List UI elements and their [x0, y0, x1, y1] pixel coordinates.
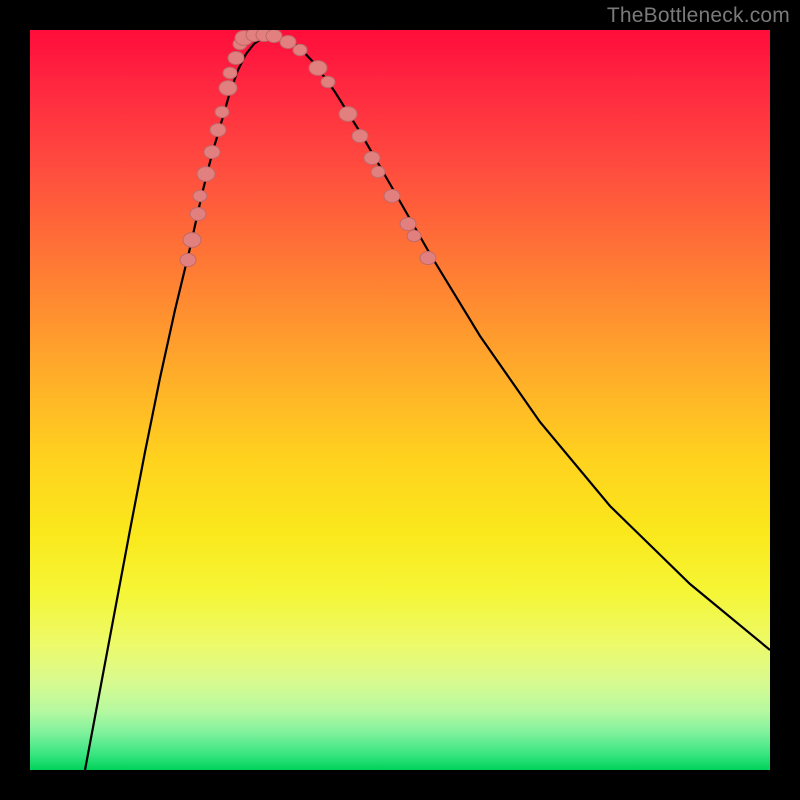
data-marker	[190, 207, 206, 220]
data-marker	[183, 233, 201, 248]
data-marker	[204, 145, 220, 158]
data-marker	[407, 230, 421, 241]
data-marker	[193, 190, 207, 201]
data-marker	[293, 44, 307, 55]
data-marker	[364, 151, 380, 164]
data-marker	[339, 107, 357, 122]
marker-group	[180, 30, 436, 267]
data-marker	[223, 67, 237, 78]
data-marker	[280, 35, 296, 48]
plot-area	[30, 30, 770, 770]
chart-frame: TheBottleneck.com	[0, 0, 800, 800]
data-marker	[384, 189, 400, 202]
data-marker	[266, 30, 282, 43]
data-marker	[420, 251, 436, 264]
data-marker	[371, 166, 385, 177]
data-marker	[210, 123, 226, 136]
curve-svg	[30, 30, 770, 770]
data-marker	[180, 253, 196, 266]
data-marker	[309, 61, 327, 76]
data-marker	[228, 51, 244, 64]
watermark-label: TheBottleneck.com	[607, 4, 790, 28]
data-marker	[400, 217, 416, 230]
data-marker	[197, 167, 215, 182]
data-marker	[219, 81, 237, 96]
data-marker	[352, 129, 368, 142]
data-marker	[215, 106, 229, 117]
data-marker	[321, 76, 335, 87]
bottleneck-curve	[85, 36, 770, 770]
